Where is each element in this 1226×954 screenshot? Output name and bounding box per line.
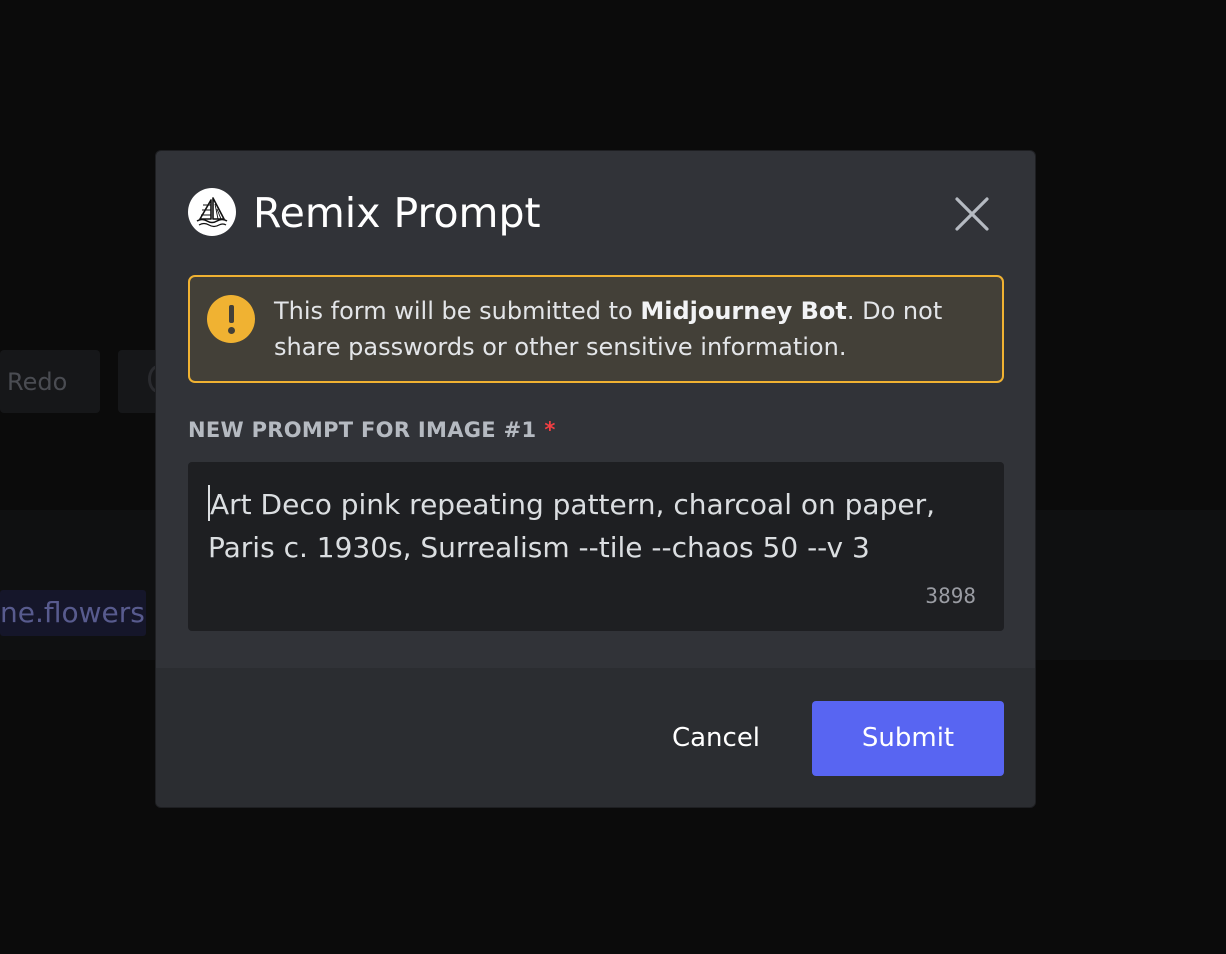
midjourney-sailboat-icon: [188, 188, 236, 236]
cancel-button[interactable]: Cancel: [656, 701, 776, 776]
prompt-textarea-content[interactable]: Art Deco pink repeating pattern, charcoa…: [208, 483, 968, 569]
background-redo-label: Redo: [7, 368, 68, 396]
prompt-textarea[interactable]: Art Deco pink repeating pattern, charcoa…: [188, 462, 1004, 631]
modal-footer: Cancel Submit: [156, 668, 1035, 807]
modal-header: Remix Prompt: [156, 151, 1035, 275]
background-channel-chip: ne.flowers: [0, 590, 146, 636]
exclamation-icon: [207, 295, 255, 343]
close-icon: [955, 197, 989, 231]
modal-title: Remix Prompt: [253, 189, 541, 237]
background-redo-button: Redo: [0, 350, 100, 413]
warning-text: This form will be submitted to Midjourne…: [274, 293, 974, 365]
warning-bot-name: Midjourney Bot: [640, 297, 847, 325]
remix-prompt-modal: Remix Prompt This form will be submitted…: [155, 150, 1036, 808]
required-marker: *: [544, 418, 556, 442]
remaining-char-count: 3898: [925, 584, 976, 608]
prompt-field-label-text: NEW PROMPT FOR IMAGE #1: [188, 418, 537, 442]
warning-notice: This form will be submitted to Midjourne…: [188, 275, 1004, 383]
prompt-value: Art Deco pink repeating pattern, charcoa…: [208, 488, 944, 564]
background-chip-label: ne.flowers: [0, 596, 145, 629]
prompt-field-label: NEW PROMPT FOR IMAGE #1 *: [188, 417, 556, 443]
warning-text-before: This form will be submitted to: [274, 297, 641, 325]
close-button[interactable]: [952, 194, 992, 234]
submit-button[interactable]: Submit: [812, 701, 1004, 776]
